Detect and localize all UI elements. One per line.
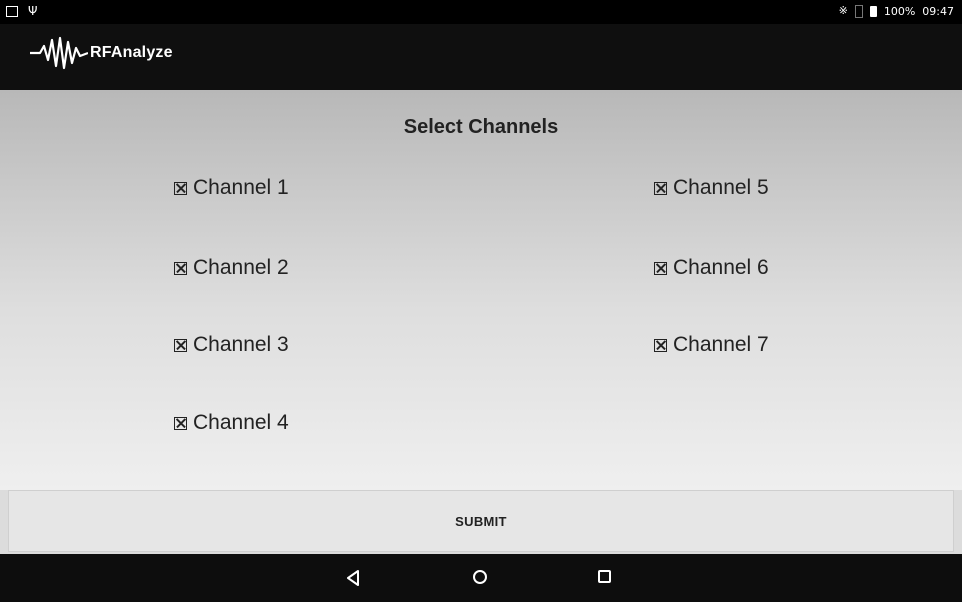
channel-3-checkbox[interactable]: Channel 3 [174, 333, 289, 357]
nav-bar [0, 554, 962, 602]
back-icon[interactable] [346, 570, 360, 586]
submit-button[interactable]: SUBMIT [8, 490, 954, 552]
bluetooth-icon: ※ [838, 4, 848, 17]
app-logo: RFAnalyze [30, 36, 173, 70]
checkbox-checked-icon[interactable] [174, 416, 187, 430]
channel-4-checkbox[interactable]: Channel 4 [174, 411, 289, 435]
checkbox-checked-icon[interactable] [654, 338, 667, 352]
channel-label: Channel 1 [193, 176, 289, 199]
channel-5-checkbox[interactable]: Channel 5 [654, 176, 769, 200]
clock: 09:47 [922, 4, 954, 18]
checkbox-checked-icon[interactable] [654, 181, 667, 195]
app-title: RFAnalyze [90, 44, 173, 61]
checkbox-checked-icon[interactable] [174, 261, 187, 275]
signal-icon [854, 4, 863, 18]
usb-icon: Ψ [28, 4, 38, 18]
battery-percent: 100% [883, 4, 916, 18]
battery-icon [869, 5, 877, 17]
page-title: Select Channels [403, 116, 559, 138]
recents-icon[interactable] [598, 570, 611, 583]
checkbox-checked-icon[interactable] [654, 261, 667, 275]
screen: Ψ ※ 100% 09:47 RFAnalyze Select Channels… [0, 0, 962, 602]
channel-label: Channel 2 [193, 256, 289, 279]
channel-2-checkbox[interactable]: Channel 2 [174, 256, 289, 280]
channel-label: Channel 4 [193, 411, 289, 434]
submit-area: SUBMIT [0, 490, 962, 554]
channel-label: Channel 7 [673, 333, 769, 356]
status-right: ※ 100% 09:47 [839, 4, 954, 18]
waveform-icon [30, 36, 88, 70]
channel-7-checkbox[interactable]: Channel 7 [654, 333, 769, 357]
app-bar: RFAnalyze [0, 24, 962, 90]
checkbox-checked-icon[interactable] [174, 338, 187, 352]
status-left: Ψ [6, 4, 37, 18]
channel-1-checkbox[interactable]: Channel 1 [174, 176, 289, 200]
channel-label: Channel 6 [673, 256, 769, 279]
image-icon [6, 5, 18, 17]
channel-6-checkbox[interactable]: Channel 6 [654, 256, 769, 280]
main-content: Select Channels Channel 1 Channel 2 Chan… [0, 90, 962, 490]
channel-label: Channel 3 [193, 333, 289, 356]
home-icon[interactable] [473, 570, 487, 584]
status-bar: Ψ ※ 100% 09:47 [0, 0, 962, 24]
checkbox-checked-icon[interactable] [174, 181, 187, 195]
channel-label: Channel 5 [673, 176, 769, 199]
